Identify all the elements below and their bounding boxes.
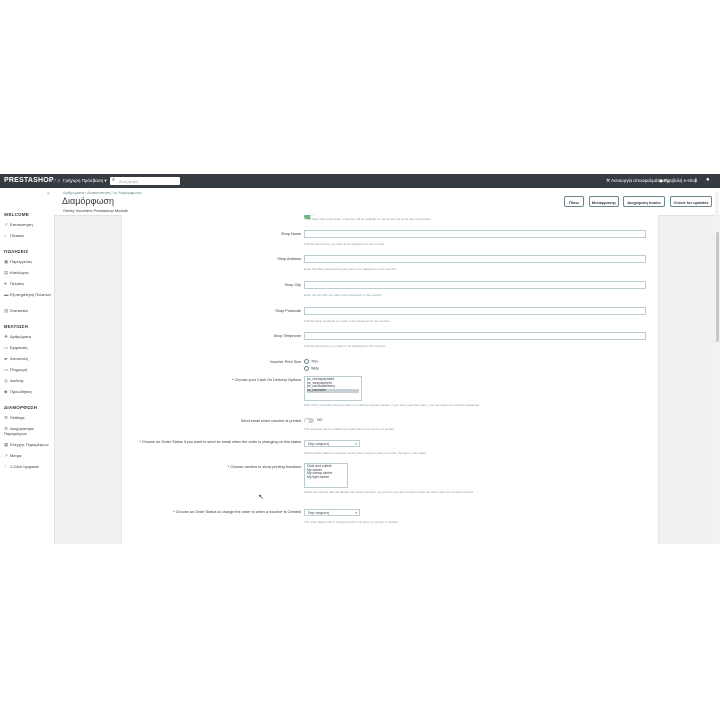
sidebar-item-overview[interactable]: ↗ Επισκόπηση xyxy=(4,222,52,227)
list-item[interactable]: My light carrier xyxy=(307,475,345,480)
shop-postcode-help: Add the Shop postcode you want to be dis… xyxy=(304,319,390,323)
sidebar-item-metrics[interactable]: ↗ Μετρα xyxy=(4,453,52,458)
print-size-label: Voucher Print Size xyxy=(269,360,301,364)
sidebar-item-upgrade[interactable]: ↑ 1-Click Upgrade xyxy=(4,464,52,469)
shop-telephone-input[interactable] xyxy=(304,332,646,340)
sidebar-item-promotions[interactable]: ◆ Προωθήσεις xyxy=(4,389,52,394)
shop-postcode-label: Shop Postcode xyxy=(275,309,301,313)
change-status-help: The order status will be changed to this… xyxy=(304,520,398,524)
send-email-value: NO xyxy=(317,418,323,422)
quick-access-dropdown[interactable]: Γρήγορη Πρόσβαση ▾ xyxy=(63,178,107,184)
sidebar-item-customer-service[interactable]: ▬ Εξυπηρέτηση Πελατών xyxy=(4,292,52,297)
cod-options-label: * Choose your Cash On Delivery Options xyxy=(231,378,301,382)
sidebar-item-modules[interactable]: ❖ Αρθρώματα xyxy=(4,334,52,339)
sidebar-item-dashboard[interactable]: ⌂ Πίνακας xyxy=(4,233,52,238)
cod-options-help: With COD, remember that you have to inst… xyxy=(304,403,480,407)
account-icon[interactable]: ● xyxy=(706,177,710,183)
sidebar-item-customers[interactable]: ● Πελάτες xyxy=(4,281,52,286)
search-icon: ⌕ xyxy=(112,177,116,183)
send-email-toggle[interactable] xyxy=(304,418,314,423)
send-email-help: The customer will be notified via email … xyxy=(304,427,394,431)
shop-name-input[interactable] xyxy=(304,230,646,238)
configuration-form: If you leave this unchecked, a voucher w… xyxy=(121,215,659,544)
shop-name-help: Add the shop name you want to be display… xyxy=(304,242,385,246)
page-scrollbar[interactable] xyxy=(715,192,719,542)
view-shop-label: Προβολή e-shop xyxy=(664,177,698,183)
shop-address-help: Enter the Shop Address that you want to … xyxy=(304,267,397,271)
send-email-label: Send email when voucher is printed xyxy=(240,419,301,423)
chevron-down-icon: ▾ xyxy=(355,441,357,446)
sidebar: « WELCOME ↗ Επισκόπηση ⌂ Πίνακας ΠΩΛΗΣΕΙΣ … xyxy=(0,188,55,544)
manage-hooks-button[interactable]: Διαχείριση hooks xyxy=(623,196,665,207)
check-updates-button[interactable]: Check for updates xyxy=(670,196,712,207)
eye-icon: ◉ xyxy=(659,177,663,183)
view-shop-link[interactable]: ◉ Προβολή e-shop xyxy=(659,178,697,184)
prestashop-logo: PRESTASHOP xyxy=(4,177,54,184)
section-improve: ΒΕΛΤΙΩΣΗ xyxy=(4,324,29,329)
wrench-icon: ⚒ xyxy=(606,177,611,183)
version-label: 1.7.8 xyxy=(50,178,61,183)
cod-options-listbox[interactable]: ps_checkpayment ps_wirepayment ps_cashon… xyxy=(304,376,362,401)
sidebar-item-payment[interactable]: ▭ Πληρωμή xyxy=(4,367,52,372)
chevron-down-icon: ▾ xyxy=(355,510,357,515)
order-status-email-help: Set the Order Status to send an email to… xyxy=(304,451,427,455)
back-button[interactable]: Πίσω xyxy=(564,196,584,207)
shop-address-label: Shop Address xyxy=(277,257,301,261)
prestashop-admin: PRESTASHOP 1.7.8 Γρήγορη Πρόσβαση ▾ ⌕ Αν… xyxy=(0,174,720,544)
carriers-help: Select the carriers that will display th… xyxy=(304,490,474,494)
section-configure: ΔΙΑΜΟΡΦΩΣΗ xyxy=(4,405,38,410)
sidebar-item-shipping[interactable]: ▰ Αποστολή xyxy=(4,356,52,361)
sidebar-item-catalog[interactable]: ▤ Κατάλογος xyxy=(4,270,52,275)
sidebar-item-international[interactable]: ◎ Διεθνής xyxy=(4,378,52,383)
order-status-email-label: * Choose an Order Status if you want to … xyxy=(139,440,301,444)
section-sales: ΠΩΛΗΣΕΙΣ xyxy=(4,249,29,254)
order-status-email-select[interactable]: Στην αναμονή ▾ xyxy=(304,440,360,447)
print-size-wide-radio[interactable]: Wide xyxy=(304,366,319,371)
scrollbar-thumb[interactable] xyxy=(715,232,719,342)
shop-telephone-help: Add the shop phone you want to be displa… xyxy=(304,344,386,348)
search-input[interactable]: Αναζήτηση xyxy=(119,179,138,184)
search-box[interactable]: ⌕ Αναζήτηση xyxy=(110,177,180,185)
sidebar-item-settings[interactable]: ⚙ Settings xyxy=(4,415,52,420)
sidebar-item-design[interactable]: ▭ Εμφάνιση xyxy=(4,345,52,350)
top-help: If you leave this unchecked, a voucher w… xyxy=(304,217,431,221)
shop-city-label: Shop City xyxy=(284,283,301,287)
bell-icon[interactable]: ♪ xyxy=(694,177,697,183)
collapse-sidebar-icon[interactable]: « xyxy=(47,191,50,197)
change-status-select[interactable]: Στην αναμονή ▾ xyxy=(304,509,360,516)
shop-address-input[interactable] xyxy=(304,255,646,263)
shop-postcode-input[interactable] xyxy=(304,307,646,315)
translate-button[interactable]: Μεταφρασης xyxy=(589,196,619,207)
shop-name-label: Shop Name xyxy=(280,232,301,236)
page-title: Διαμόρφωση xyxy=(62,196,114,206)
page-header: Αρθρώματα / Ανασκόπηση / εν διαμόρφωσει … xyxy=(54,188,720,216)
sidebar-item-advanced-parameters[interactable]: ⚙ Διαχειρίστηκε Παραμέτρων xyxy=(4,426,52,436)
sidebar-item-orders[interactable]: ▣ Παραγγελίες xyxy=(4,259,52,264)
carriers-listbox[interactable]: Click and collect My carrier My cheap ca… xyxy=(304,463,348,488)
shop-city-help: Enter the city that you want to be displ… xyxy=(304,293,382,297)
page-subtitle: Geeky Vouchers Prestashop Module xyxy=(63,207,128,213)
shop-telephone-label: Shop Telephone xyxy=(273,334,301,338)
mouse-cursor-icon: ↖ xyxy=(258,494,264,501)
carriers-label: * Choose carriers to show printing funct… xyxy=(227,465,301,469)
section-welcome: WELCOME xyxy=(4,212,29,217)
breadcrumb[interactable]: Αρθρώματα / Ανασκόπηση / εν διαμόρφωσει xyxy=(63,190,142,195)
sidebar-item-stats[interactable]: ▥ Στατιστικά xyxy=(4,308,52,313)
sidebar-item-parameter-check[interactable]: ▦ Ελέγχος Παραμέτρων xyxy=(4,442,52,447)
change-status-label: * Choose an Order Status to change the o… xyxy=(173,510,301,514)
print-size-thin-radio[interactable]: Thin xyxy=(304,359,318,364)
top-bar: PRESTASHOP 1.7.8 Γρήγορη Πρόσβαση ▾ ⌕ Αν… xyxy=(0,174,720,188)
list-item[interactable]: ps_bankwire xyxy=(307,388,359,393)
shop-city-input[interactable] xyxy=(304,281,646,289)
